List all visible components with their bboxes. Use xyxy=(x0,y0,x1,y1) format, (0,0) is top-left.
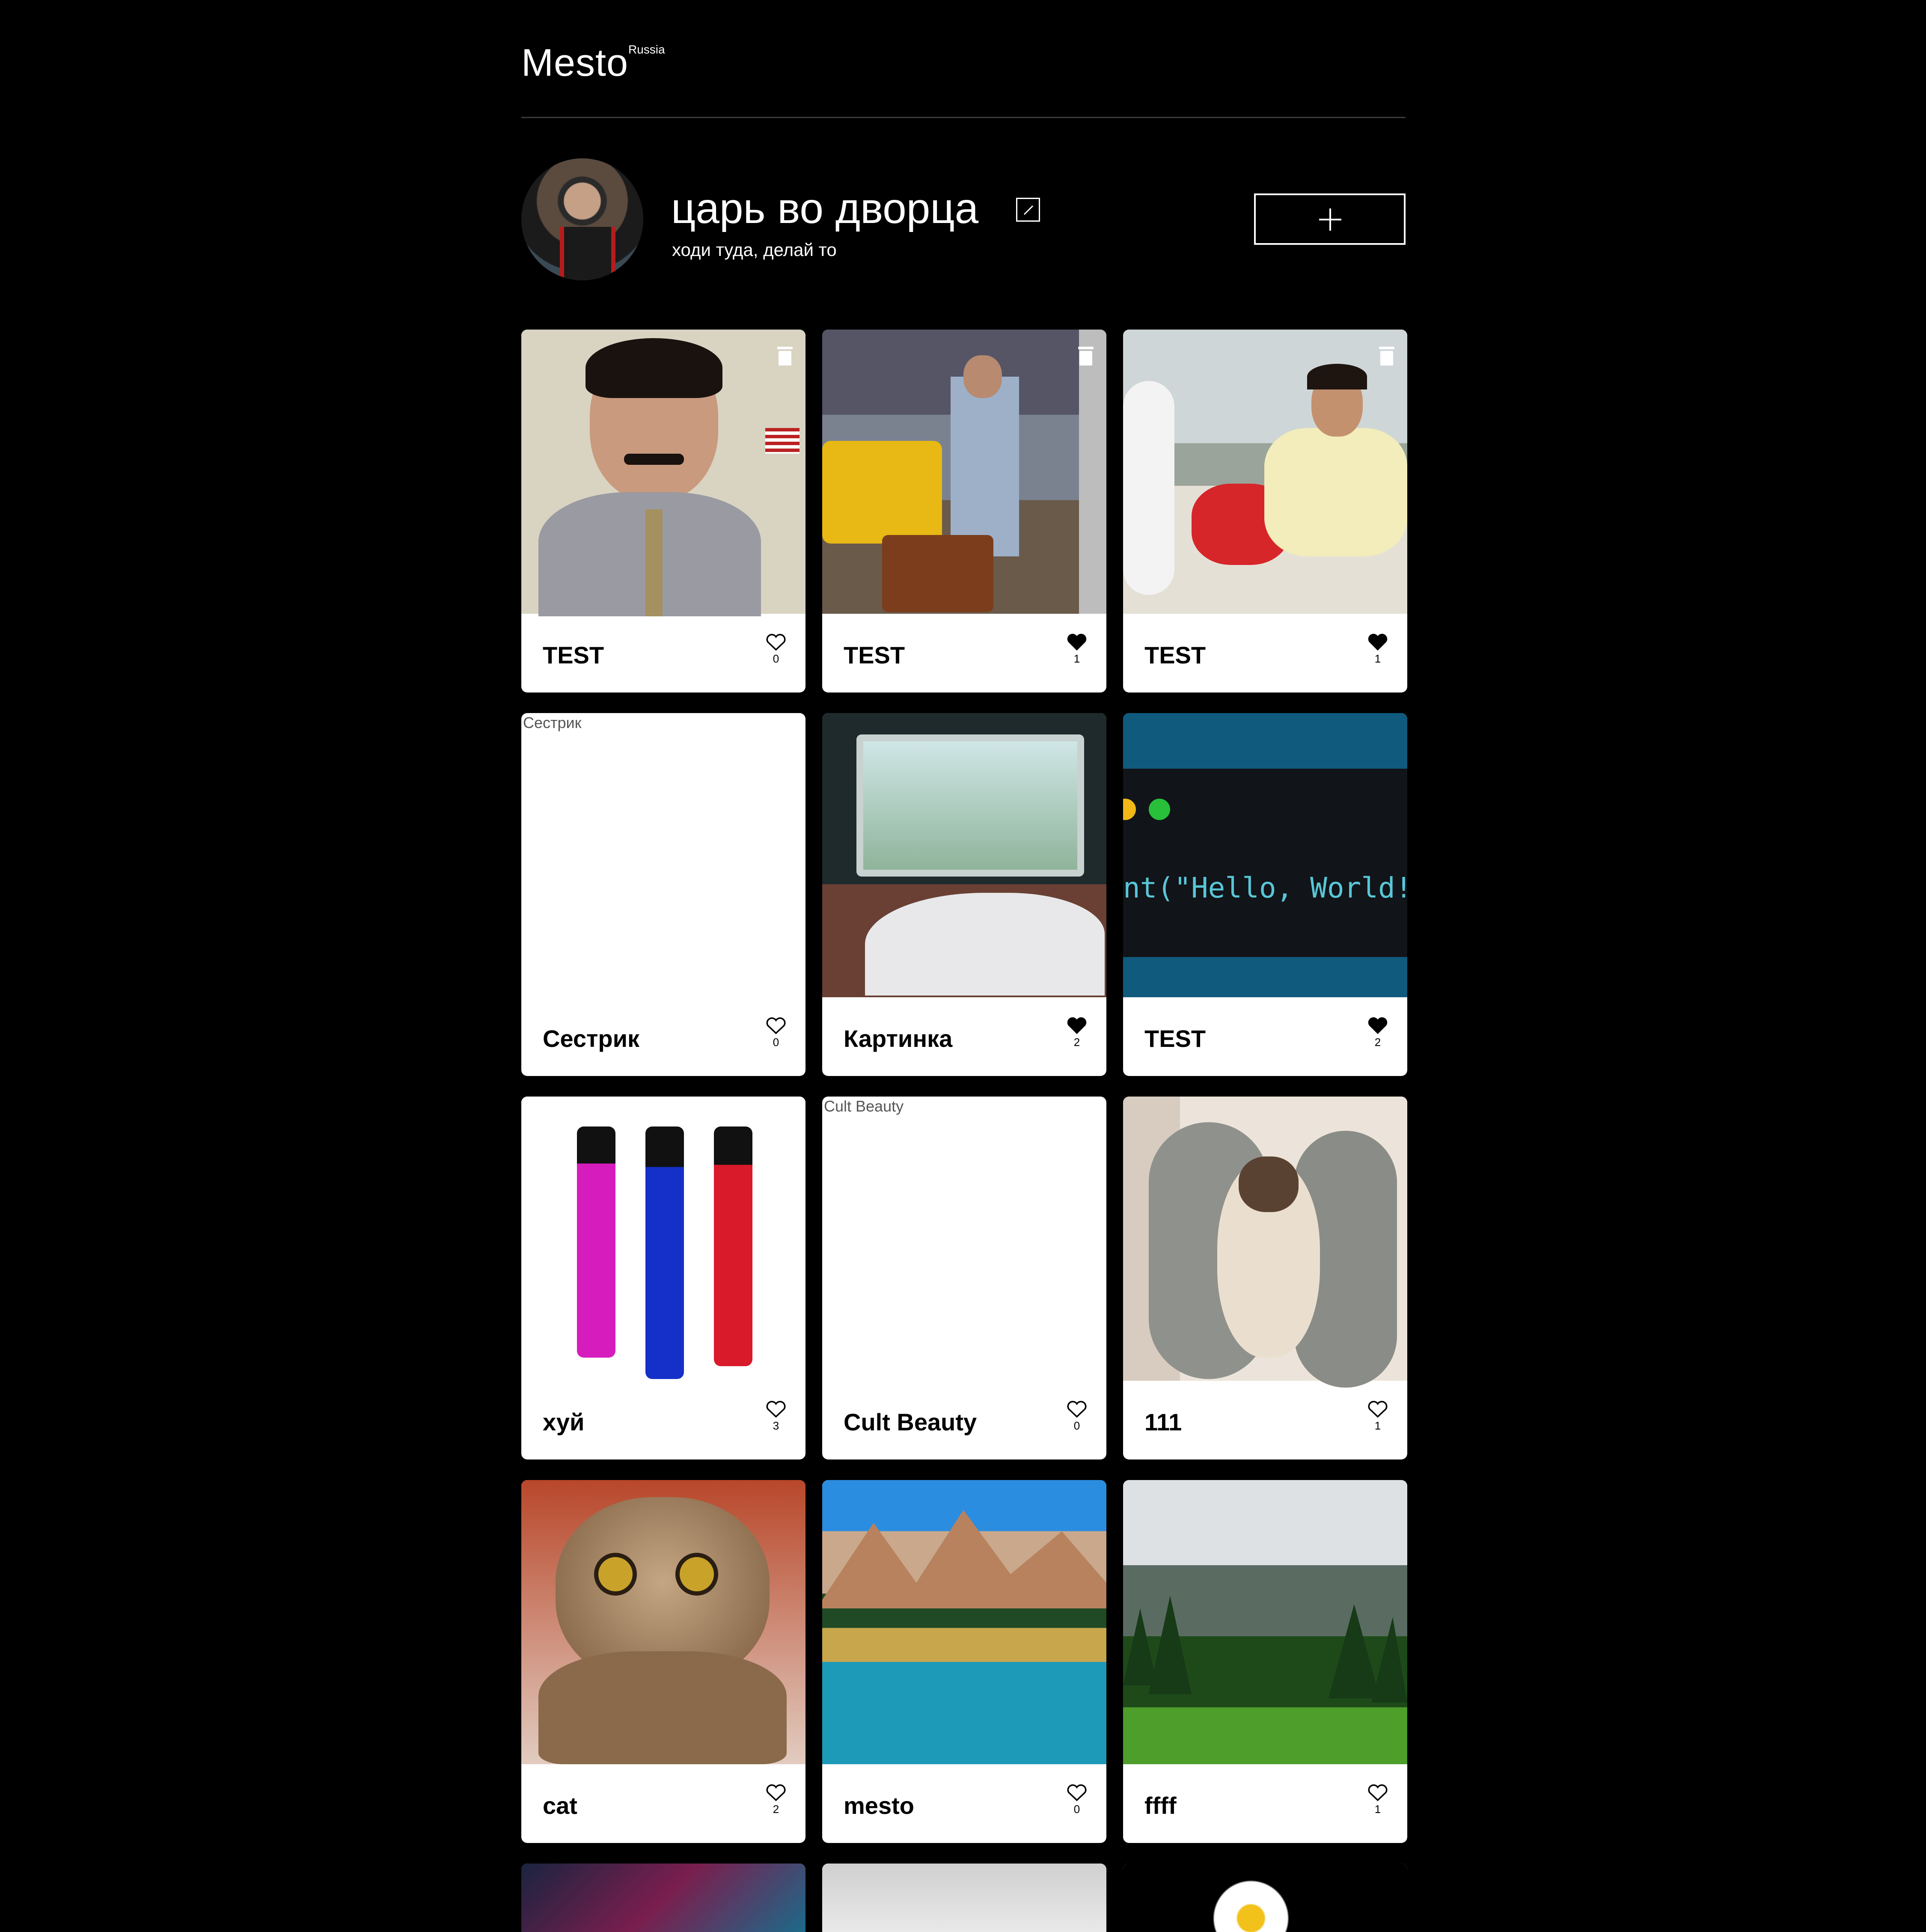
like-icon-filled xyxy=(1067,1017,1087,1034)
like-count: 2 xyxy=(1073,1036,1080,1049)
card-image[interactable] xyxy=(521,1097,805,1381)
profile: царь во дворца ходи туда, делай то xyxy=(521,158,1406,280)
like-icon xyxy=(766,1017,786,1034)
card: TEST 1 xyxy=(1123,330,1407,693)
like-button[interactable]: 0 xyxy=(761,1017,791,1049)
like-button[interactable]: 1 xyxy=(1363,1400,1393,1433)
pencil-icon xyxy=(1023,205,1034,215)
card-title: TEST xyxy=(1144,642,1206,669)
logo-region: Russia xyxy=(628,43,665,56)
card: ffff 1 xyxy=(1123,1480,1407,1843)
card: Cult Beauty Cult Beauty 0 xyxy=(822,1097,1106,1459)
profile-about: ходи туда, делай то xyxy=(672,240,837,260)
card-image[interactable] xyxy=(822,713,1106,997)
like-count: 0 xyxy=(1073,1803,1080,1816)
like-count: 3 xyxy=(773,1419,779,1432)
card-title: mesto xyxy=(844,1792,914,1819)
like-button[interactable]: 1 xyxy=(1363,1784,1393,1816)
card-image[interactable] xyxy=(822,1097,1106,1381)
avatar[interactable] xyxy=(521,158,643,280)
like-button[interactable]: 0 xyxy=(1062,1400,1092,1433)
card-title: Сестрик xyxy=(543,1025,640,1052)
code-text: nt("Hello, World! xyxy=(1123,871,1407,904)
edit-profile-button[interactable] xyxy=(1016,198,1040,222)
card-image[interactable] xyxy=(822,1864,1106,1932)
card-image[interactable] xyxy=(521,1480,805,1764)
like-icon-filled xyxy=(1368,1017,1388,1034)
card-image[interactable] xyxy=(822,1480,1106,1764)
card-image-alt: Cult Beauty xyxy=(824,1097,904,1115)
logo[interactable]: Mesto xyxy=(521,41,628,85)
card: хуй 3 xyxy=(521,1097,805,1459)
like-count: 1 xyxy=(1374,652,1381,665)
header: Mesto Russia xyxy=(521,0,1406,118)
card-title: Картинка xyxy=(844,1025,953,1052)
like-count: 2 xyxy=(1374,1036,1381,1049)
like-button[interactable]: 2 xyxy=(1363,1017,1393,1049)
card: TEST 1 xyxy=(822,330,1106,693)
like-count: 1 xyxy=(1374,1803,1381,1816)
profile-name: царь во дворца xyxy=(671,184,979,232)
card xyxy=(1123,1864,1407,1932)
like-count: 1 xyxy=(1374,1419,1381,1432)
trash-icon[interactable] xyxy=(1379,347,1394,366)
card-title: 111 xyxy=(1144,1409,1182,1436)
like-icon xyxy=(766,1784,786,1801)
add-card-button[interactable] xyxy=(1254,193,1406,245)
card-image[interactable] xyxy=(1123,1097,1407,1388)
like-icon xyxy=(766,1401,786,1418)
like-icon xyxy=(1067,1784,1087,1801)
like-button[interactable]: 1 xyxy=(1363,633,1393,666)
card-image[interactable] xyxy=(822,330,1106,614)
card xyxy=(822,1864,1106,1932)
like-icon xyxy=(1368,1401,1388,1418)
like-icon-filled xyxy=(1067,633,1087,651)
card-title: TEST xyxy=(844,642,905,669)
trash-icon[interactable] xyxy=(1078,347,1094,366)
like-count: 2 xyxy=(773,1803,779,1816)
like-button[interactable]: 3 xyxy=(761,1400,791,1433)
like-count: 1 xyxy=(1073,652,1080,665)
like-button[interactable]: 2 xyxy=(761,1784,791,1816)
card-image[interactable] xyxy=(521,713,805,997)
card-title: TEST xyxy=(543,642,604,669)
card-title: хуй xyxy=(543,1409,585,1436)
trash-icon[interactable] xyxy=(777,347,793,366)
like-count: 0 xyxy=(773,652,779,665)
like-icon xyxy=(1067,1401,1087,1418)
card: 111 1 xyxy=(1123,1097,1407,1459)
like-button[interactable]: 0 xyxy=(761,633,791,666)
card-title: ffff xyxy=(1144,1792,1177,1819)
card-image[interactable] xyxy=(521,330,805,616)
card: Картинка 2 xyxy=(822,713,1106,1076)
card: cat 2 xyxy=(521,1480,805,1843)
card: TEST 0 xyxy=(521,330,805,693)
card-title: TEST xyxy=(1144,1025,1206,1052)
like-button[interactable]: 0 xyxy=(1062,1784,1092,1816)
card-title: cat xyxy=(543,1792,577,1819)
card-image[interactable]: nt("Hello, World! xyxy=(1123,713,1407,997)
card-title: Cult Beauty xyxy=(844,1409,977,1436)
like-icon xyxy=(766,634,786,651)
card: mesto 0 xyxy=(822,1480,1106,1843)
card: nt("Hello, World! TEST 2 xyxy=(1123,713,1407,1076)
like-button[interactable]: 2 xyxy=(1062,1017,1092,1049)
card-image[interactable] xyxy=(1123,330,1407,614)
like-icon-filled xyxy=(1368,633,1388,651)
like-count: 0 xyxy=(773,1036,779,1049)
card-image[interactable] xyxy=(521,1864,805,1932)
like-count: 0 xyxy=(1073,1419,1080,1432)
card-image[interactable] xyxy=(1123,1864,1407,1932)
like-button[interactable]: 1 xyxy=(1062,633,1092,666)
card-image[interactable] xyxy=(1123,1480,1407,1764)
like-icon xyxy=(1368,1784,1388,1801)
page: Mesto Russia царь во дворца ходи туда, д… xyxy=(521,0,1407,1932)
card-image-alt: Сестрик xyxy=(523,714,582,732)
card xyxy=(521,1864,805,1932)
card: Сестрик Сестрик 0 xyxy=(521,713,805,1076)
